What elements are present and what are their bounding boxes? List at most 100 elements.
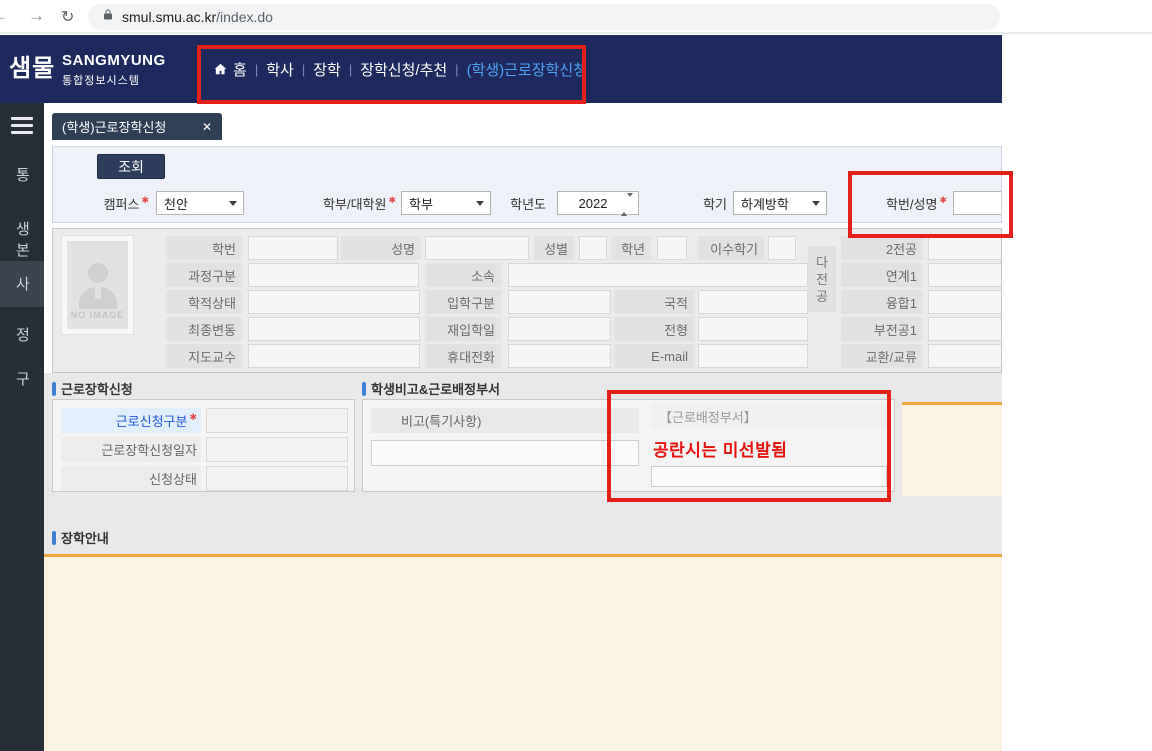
field-mobile-phone bbox=[508, 344, 611, 368]
campus-value: 천안 bbox=[164, 194, 188, 213]
field-last-change bbox=[248, 317, 420, 341]
nav-item-work-scholarship[interactable]: (학생)근로장학신청 bbox=[467, 59, 587, 80]
close-icon[interactable]: ✕ bbox=[202, 120, 212, 134]
student-photo: NO IMAGE bbox=[61, 235, 134, 335]
student-info-panel: NO IMAGE 학번 성명 성별 학년 이수학기 과정구분 소속 학적상태 입… bbox=[52, 228, 1002, 373]
label-enrollment-status: 학적상태 bbox=[166, 290, 242, 314]
label-admission-track: 전형 bbox=[614, 317, 694, 341]
field-remarks-note[interactable] bbox=[371, 440, 639, 466]
work-apply-type-text: 근로신청구분 bbox=[116, 411, 188, 430]
chevron-down-icon bbox=[229, 201, 237, 206]
work-application-title-text: 근로장학신청 bbox=[61, 379, 133, 398]
label-email: E-mail bbox=[614, 344, 694, 368]
guide-body-panel bbox=[44, 554, 1002, 751]
sidebar-item-5[interactable]: 구 bbox=[16, 369, 30, 390]
field-readmission-date bbox=[508, 317, 611, 341]
field-nationality bbox=[698, 290, 808, 314]
remarks-box: 비고(특기사항) 【근로배정부서】 공란시는 미선발됨 bbox=[362, 399, 895, 492]
label-gender: 성별 bbox=[534, 236, 574, 260]
sidebar-item-3-active[interactable]: 사 bbox=[16, 274, 30, 295]
required-icon: ✱ bbox=[141, 195, 149, 206]
tab-work-scholarship[interactable]: (학생)근로장학신청 ✕ bbox=[52, 113, 222, 140]
term-select[interactable]: 하계방학 bbox=[733, 191, 827, 215]
required-icon: ✱ bbox=[388, 195, 396, 206]
nav-separator: | bbox=[349, 62, 352, 77]
sidebar-item-4[interactable]: 정 bbox=[16, 325, 30, 346]
label-affiliation: 소속 bbox=[426, 263, 501, 287]
label-name: 성명 bbox=[341, 236, 421, 260]
remarks-title: 학생비고&근로배정부서 bbox=[362, 379, 500, 398]
app-header: 샘물 SANGMYUNG 통합정보시스템 홈 | 학사 | 장학 | 장학신청/… bbox=[0, 35, 1002, 103]
label-exchange: 교환/교류 bbox=[841, 344, 923, 368]
label-application-status: 신청상태 bbox=[61, 466, 201, 491]
section-bar-icon bbox=[362, 382, 366, 396]
campus-select[interactable]: 천안 bbox=[156, 191, 244, 215]
nav-separator: | bbox=[302, 62, 305, 77]
field-work-apply-date bbox=[206, 437, 348, 462]
year-value: 2022 bbox=[579, 196, 608, 211]
campus-label: 캠퍼스✱ bbox=[73, 191, 149, 215]
section-bar-icon bbox=[52, 382, 56, 396]
side-info-panel bbox=[902, 402, 1002, 496]
forward-icon[interactable]: → bbox=[28, 6, 45, 26]
work-application-title: 근로장학신청 bbox=[52, 379, 133, 398]
student-id-label-text: 학번/성명 bbox=[886, 194, 937, 213]
label-minor: 부전공1 bbox=[841, 317, 923, 341]
label-multi-major: 다전공 bbox=[808, 246, 836, 312]
sidebar-item-2[interactable]: 생 본 bbox=[16, 219, 30, 261]
url-domain: smul.smu.ac.kr bbox=[122, 9, 216, 25]
logo-korean: 샘물 bbox=[9, 48, 55, 83]
lock-icon bbox=[102, 8, 114, 26]
division-value: 학부 bbox=[409, 194, 433, 213]
field-gender bbox=[579, 236, 607, 260]
chevron-down-icon bbox=[476, 201, 484, 206]
label-grade: 학년 bbox=[611, 236, 651, 260]
url-path: /index.do bbox=[216, 9, 273, 25]
back-icon[interactable]: ← bbox=[0, 6, 8, 26]
menu-icon[interactable] bbox=[11, 117, 33, 138]
sidebar-item-1[interactable]: 통 bbox=[16, 165, 30, 186]
label-work-apply-date: 근로장학신청일자 bbox=[61, 437, 201, 462]
nav-item-janghak-apply[interactable]: 장학신청/추천 bbox=[360, 59, 447, 80]
logo-subtitle: 통합정보시스템 bbox=[62, 72, 166, 88]
division-select[interactable]: 학부 bbox=[401, 191, 491, 215]
label-course-type: 과정구분 bbox=[166, 263, 242, 287]
label-nationality: 국적 bbox=[614, 290, 694, 314]
division-label: 학부/대학원✱ bbox=[296, 191, 396, 215]
label-completed-terms: 이수학기 bbox=[698, 236, 764, 260]
query-button[interactable]: 조회 bbox=[97, 154, 165, 179]
year-stepper[interactable]: 2022 bbox=[557, 191, 639, 215]
main-content: (학생)근로장학신청 ✕ 조회 캠퍼스✱ 천안 학부/대학원✱ 학부 학년도 bbox=[44, 103, 1002, 751]
year-label: 학년도 bbox=[486, 191, 546, 215]
spinner-arrows-icon[interactable] bbox=[621, 197, 633, 212]
student-id-label: 학번/성명✱ bbox=[847, 191, 947, 215]
required-icon: ✱ bbox=[189, 412, 197, 423]
sidebar-item-2-line1: 생 bbox=[16, 219, 30, 240]
label-student-number: 학번 bbox=[166, 236, 242, 260]
breadcrumb-nav: 홈 | 학사 | 장학 | 장학신청/추천 | (학생)근로장학신청 bbox=[213, 35, 587, 103]
person-silhouette-icon bbox=[75, 259, 121, 311]
label-work-apply-type: 근로신청구분✱ bbox=[61, 408, 201, 433]
chevron-down-icon bbox=[812, 201, 820, 206]
reload-icon[interactable]: ↻ bbox=[61, 7, 74, 27]
no-image-text: NO IMAGE bbox=[67, 310, 128, 320]
field-student-number bbox=[248, 236, 338, 260]
field-linked-major bbox=[928, 263, 1002, 287]
year-label-text: 학년도 bbox=[510, 194, 546, 213]
nav-item-janghak[interactable]: 장학 bbox=[313, 59, 341, 80]
nav-item-home[interactable]: 홈 bbox=[233, 59, 247, 80]
label-advisor: 지도교수 bbox=[166, 344, 242, 368]
multi-major-vertical-text: 다전공 bbox=[815, 254, 829, 305]
nav-separator: | bbox=[255, 62, 258, 77]
field-grade bbox=[657, 236, 687, 260]
student-id-input[interactable] bbox=[953, 191, 1002, 215]
nav-item-haksa[interactable]: 학사 bbox=[266, 59, 294, 80]
field-advisor bbox=[248, 344, 420, 368]
label-second-major: 2전공 bbox=[841, 236, 923, 260]
field-exchange bbox=[928, 344, 1002, 368]
address-bar[interactable]: smul.smu.ac.kr/index.do bbox=[88, 4, 1000, 30]
tab-label: (학생)근로장학신청 bbox=[62, 117, 166, 136]
nav-separator: | bbox=[455, 62, 458, 77]
sidebar: 통 생 본 사 정 구 bbox=[0, 103, 44, 751]
field-application-status bbox=[206, 466, 348, 491]
